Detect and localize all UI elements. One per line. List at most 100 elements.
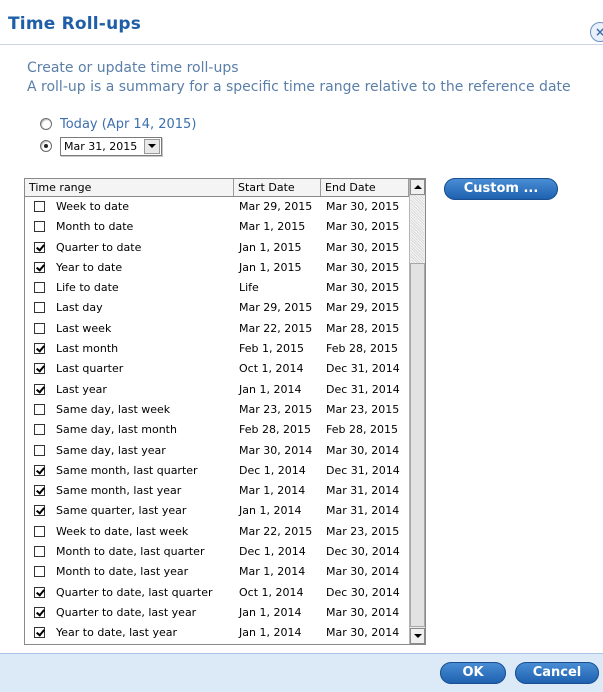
row-checkbox[interactable] — [34, 282, 45, 294]
row-start-date: Mar 30, 2014 — [239, 443, 313, 457]
row-checkbox[interactable] — [34, 566, 45, 578]
radio-reference-date[interactable] — [40, 140, 52, 152]
table-row[interactable]: Month to date, last quarter Dec 1, 2014 De… — [25, 542, 409, 562]
row-time-range: Same quarter, last year — [56, 504, 187, 518]
table-row[interactable]: Same quarter, last year Jan 1, 2014 Mar 31… — [25, 501, 409, 521]
column-header-start-date[interactable]: Start Date — [234, 179, 321, 196]
row-checkbox[interactable] — [34, 444, 45, 456]
scroll-down-icon[interactable] — [410, 628, 425, 644]
row-checkbox[interactable] — [34, 546, 45, 558]
row-checkbox[interactable] — [34, 424, 45, 436]
table-row[interactable]: Month to date, last year Mar 1, 2014 Mar 3… — [25, 562, 409, 582]
row-end-date: Mar 30, 2015 — [326, 220, 400, 234]
row-checkbox[interactable] — [34, 464, 45, 476]
table-row[interactable]: Same month, last year Mar 1, 2014 Mar 31, … — [25, 481, 409, 501]
dialog-titlebar: Time Roll-ups × — [0, 0, 603, 45]
table-row[interactable]: Same day, last week Mar 23, 2015 Mar 23, 2… — [25, 400, 409, 420]
time-rollups-dialog: Time Roll-ups × Create or update time ro… — [0, 0, 603, 692]
row-time-range: Quarter to date, last quarter — [56, 585, 213, 599]
table-row[interactable]: Year to date Jan 1, 2015 Mar 30, 2015 — [25, 258, 409, 278]
row-time-range: Week to date — [56, 200, 129, 213]
radio-today[interactable] — [40, 118, 52, 130]
reference-date-select[interactable]: Mar 31, 2015 — [60, 136, 162, 156]
table-row[interactable]: Life to date Life Mar 30, 2015 — [25, 278, 409, 298]
row-end-date: Mar 30, 2014 — [326, 626, 400, 640]
cancel-button[interactable]: Cancel — [515, 662, 599, 684]
scroll-up-icon[interactable] — [410, 179, 425, 195]
table-row[interactable]: Month to date Mar 1, 2015 Mar 30, 2015 — [25, 217, 409, 237]
row-start-date: Oct 1, 2014 — [239, 362, 304, 376]
row-time-range: Same month, last year — [56, 484, 182, 498]
row-checkbox[interactable] — [34, 505, 45, 517]
row-start-date: Jan 1, 2015 — [239, 260, 302, 274]
row-start-date: Life — [239, 281, 259, 295]
row-start-date: Mar 1, 2015 — [239, 220, 306, 234]
row-end-date: Mar 30, 2015 — [326, 200, 400, 213]
row-end-date: Mar 31, 2014 — [326, 504, 400, 518]
radio-date-row[interactable]: Mar 31, 2015 — [40, 136, 162, 156]
table-row[interactable]: Year to date, last year Jan 1, 2014 Mar 30… — [25, 623, 409, 643]
row-checkbox[interactable] — [34, 322, 45, 334]
row-start-date: Oct 1, 2014 — [239, 585, 304, 599]
table-row[interactable]: Week to date Mar 29, 2015 Mar 30, 2015 — [25, 197, 409, 217]
table-row[interactable]: Week to date, last week Mar 22, 2015 Mar 2… — [25, 522, 409, 542]
custom-button[interactable]: Custom ... — [444, 178, 558, 200]
row-checkbox[interactable] — [34, 343, 45, 355]
row-checkbox[interactable] — [34, 241, 45, 253]
row-start-date: Mar 1, 2014 — [239, 484, 306, 498]
row-end-date: Dec 31, 2014 — [326, 463, 400, 477]
scroll-track[interactable] — [411, 195, 424, 263]
table-row[interactable]: Quarter to date, last year Jan 1, 2014 Mar… — [25, 603, 409, 623]
row-checkbox[interactable] — [34, 383, 45, 395]
radio-today-row[interactable]: Today (Apr 14, 2015) — [40, 114, 196, 134]
dialog-title: Time Roll-ups — [8, 14, 142, 34]
table-row[interactable]: Same month, last quarter Dec 1, 2014 Dec 3… — [25, 461, 409, 481]
row-checkbox[interactable] — [34, 627, 45, 639]
row-end-date: Dec 31, 2014 — [326, 362, 400, 376]
row-end-date: Dec 30, 2014 — [326, 545, 400, 559]
row-checkbox[interactable] — [34, 302, 45, 314]
row-checkbox[interactable] — [34, 261, 45, 273]
column-header-time-range[interactable]: Time range — [25, 179, 234, 196]
row-end-date: Mar 23, 2015 — [326, 524, 400, 538]
scroll-thumb[interactable] — [410, 263, 425, 627]
column-header-end-date[interactable]: End Date — [321, 179, 409, 196]
radio-today-label[interactable]: Today (Apr 14, 2015) — [60, 117, 196, 132]
table-body: Week to date Mar 29, 2015 Mar 30, 2015 Mont… — [25, 197, 409, 644]
row-start-date: Feb 28, 2015 — [239, 423, 311, 437]
row-checkbox[interactable] — [34, 606, 45, 618]
table-row[interactable]: Last month Feb 1, 2015 Feb 28, 2015 — [25, 339, 409, 359]
chevron-down-icon[interactable] — [144, 138, 160, 154]
row-start-date: Jan 1, 2015 — [239, 240, 302, 254]
row-checkbox[interactable] — [34, 363, 45, 375]
row-time-range: Year to date — [56, 260, 123, 274]
row-checkbox[interactable] — [34, 403, 45, 415]
row-end-date: Mar 28, 2015 — [326, 321, 400, 335]
row-checkbox[interactable] — [34, 221, 45, 233]
row-checkbox[interactable] — [34, 201, 45, 212]
table-row[interactable]: Same day, last month Feb 28, 2015 Feb 28, … — [25, 420, 409, 440]
row-end-date: Mar 30, 2014 — [326, 605, 400, 619]
table-row[interactable]: Last week Mar 22, 2015 Mar 28, 2015 — [25, 319, 409, 339]
row-start-date: Mar 23, 2015 — [239, 402, 313, 416]
table-row[interactable]: Same day, last year Mar 30, 2014 Mar 30, 2… — [25, 441, 409, 461]
row-end-date: Dec 30, 2014 — [326, 585, 400, 599]
row-checkbox[interactable] — [34, 525, 45, 537]
table-row[interactable]: Last year Jan 1, 2014 Dec 31, 2014 — [25, 380, 409, 400]
row-end-date: Mar 30, 2014 — [326, 565, 400, 579]
ok-button[interactable]: OK — [440, 662, 506, 684]
table-row[interactable]: Last quarter Oct 1, 2014 Dec 31, 2014 — [25, 359, 409, 379]
row-checkbox[interactable] — [34, 586, 45, 598]
reference-date-value: Mar 31, 2015 — [64, 139, 138, 153]
row-checkbox[interactable] — [34, 485, 45, 497]
description-line-2: A roll-up is a summary for a specific ti… — [27, 79, 571, 95]
description-line-1: Create or update time roll-ups — [27, 60, 239, 76]
close-icon[interactable]: × — [590, 22, 603, 42]
row-start-date: Mar 1, 2014 — [239, 565, 306, 579]
table-scrollbar[interactable] — [409, 179, 425, 644]
table-row[interactable]: Quarter to date, last quarter Oct 1, 2014… — [25, 583, 409, 603]
row-time-range: Last month — [56, 342, 119, 356]
table-row[interactable]: Last day Mar 29, 2015 Mar 29, 2015 — [25, 298, 409, 318]
table-row[interactable]: Quarter to date Jan 1, 2015 Mar 30, 2015 — [25, 238, 409, 258]
row-time-range: Month to date, last year — [56, 565, 189, 579]
